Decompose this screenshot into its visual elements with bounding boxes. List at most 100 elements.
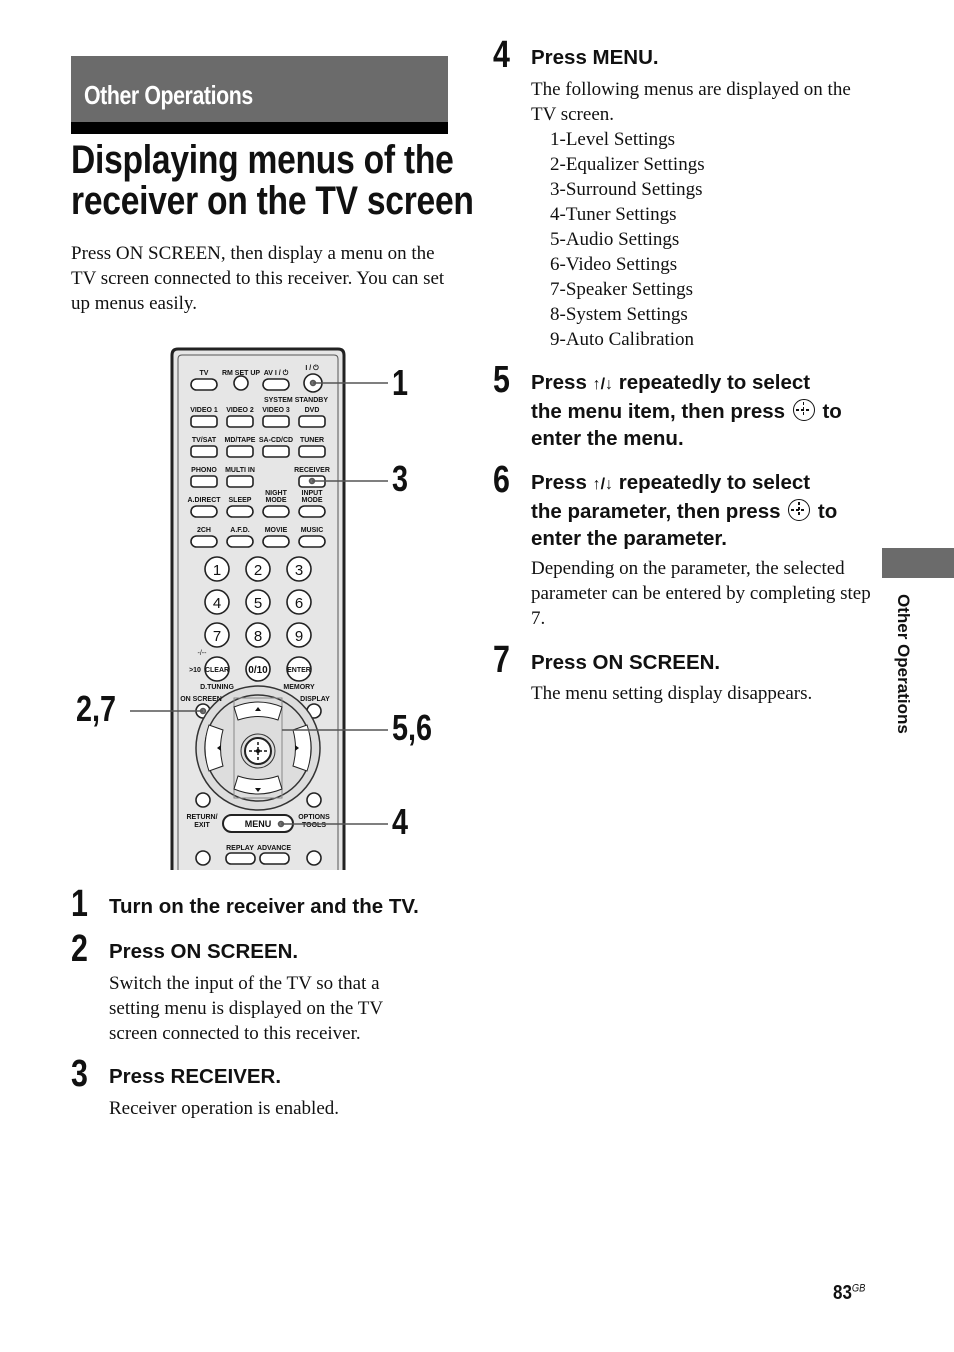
- tv-button: [190, 378, 218, 391]
- num-2-label: 2: [254, 562, 262, 579]
- intro-paragraph: Press ON SCREEN, then display a menu on …: [71, 243, 445, 314]
- 2ch-label: 2CH: [197, 527, 211, 534]
- callout-4: 4: [392, 801, 409, 842]
- video2-button: [226, 415, 254, 428]
- heading-text: Press: [531, 471, 587, 494]
- night-mode-label: MODE: [266, 497, 287, 504]
- side-section-label: Other Operations: [893, 594, 917, 794]
- tools-label: TOOLS: [302, 822, 326, 829]
- num-0-10-label: 0/10: [248, 665, 268, 676]
- video1-label: VIDEO 1: [190, 407, 218, 414]
- menu-list-item: 1-Level Settings: [550, 129, 676, 150]
- section-label: Other Operations: [84, 80, 253, 110]
- enter-icon: [788, 499, 811, 521]
- tvsat-label: TV/SAT: [192, 437, 217, 444]
- afd-label: A.F.D.: [230, 527, 250, 534]
- step-heading: Press ON SCREEN.: [531, 651, 721, 674]
- menu-list-item: 4-Tuner Settings: [550, 204, 677, 225]
- menu-list-item: 9-Auto Calibration: [550, 329, 695, 350]
- mdtape-label: MD/TAPE: [225, 437, 256, 444]
- on-screen-label: ON SCREEN: [180, 696, 222, 703]
- input-mode-label: MODE: [302, 497, 323, 504]
- step-number: 1: [71, 883, 88, 925]
- step-number: 3: [71, 1053, 88, 1095]
- step-number: 6: [493, 459, 510, 501]
- rm-setup-label: RM SET UP: [222, 370, 260, 377]
- page-number-value: 83: [833, 1282, 852, 1304]
- video1-button: [190, 415, 218, 428]
- step-number: 7: [493, 639, 510, 681]
- dvd-label: DVD: [305, 407, 320, 414]
- input-label: INPUT: [302, 490, 324, 497]
- clear-label: CLEAR: [205, 667, 229, 674]
- menu-list: 1-Level Settings 2-Equalizer Settings 3-…: [531, 127, 876, 352]
- step-body: Depending on the parameter, the selected…: [531, 558, 871, 629]
- num-7-label: 7: [213, 628, 221, 645]
- heading-text: enter the parameter.: [531, 527, 727, 550]
- return-button: [195, 792, 211, 808]
- prev-button: [195, 850, 211, 866]
- gt10-label: >10: [189, 667, 201, 674]
- sleep-button: [226, 505, 254, 518]
- advance-label: ADVANCE: [257, 845, 291, 852]
- heading-text: the menu item, then press: [531, 400, 786, 423]
- replay-label: REPLAY: [226, 845, 254, 852]
- options-label: OPTIONS: [298, 814, 330, 821]
- num-9-label: 9: [295, 628, 303, 645]
- system-standby-label: SYSTEM STANDBY: [264, 397, 328, 404]
- step-body-text: The following menus are displayed on the…: [531, 79, 851, 125]
- menu-list-item: 7-Speaker Settings: [550, 279, 694, 300]
- tuner-button: [298, 445, 326, 458]
- side-tab-marker: [882, 548, 954, 578]
- dashes-label: -/--: [198, 650, 208, 657]
- heading-text: to: [822, 400, 842, 423]
- up-down-arrows-icon: ↑/↓: [592, 376, 614, 393]
- 2ch-button: [190, 535, 218, 548]
- menu-label: MENU: [245, 819, 272, 829]
- tvsat-button: [190, 445, 218, 458]
- heading-text: the parameter, then press: [531, 500, 781, 523]
- menu-list-item: 8-System Settings: [550, 304, 688, 325]
- multiin-button: [226, 475, 254, 488]
- num-3-label: 3: [295, 562, 303, 579]
- adirect-button: [190, 505, 218, 518]
- page-title: Displaying menus of the receiver on the …: [71, 138, 474, 222]
- step-heading: Turn on the receiver and the TV.: [109, 895, 419, 918]
- step-number: 2: [71, 928, 88, 970]
- display-label: DISPLAY: [300, 696, 330, 703]
- step-body: Switch the input of the TV so that a set…: [109, 973, 383, 1044]
- night-label: NIGHT: [265, 490, 288, 497]
- afd-button: [226, 535, 254, 548]
- page-number: 83GB: [833, 1282, 865, 1305]
- memory-label: MEMORY: [283, 684, 315, 691]
- step-heading: Press ↑/↓ repeatedly to select the param…: [531, 469, 837, 552]
- enter-label: ENTER: [287, 667, 311, 674]
- section-divider: [71, 122, 448, 134]
- night-mode-button: [262, 505, 290, 518]
- enter-icon: [792, 399, 815, 421]
- callout-2-7: 2,7: [76, 688, 117, 729]
- phono-button: [190, 475, 218, 488]
- num-8-label: 8: [254, 628, 262, 645]
- music-button: [298, 535, 326, 548]
- page-title-line1: Displaying menus of the: [71, 138, 454, 182]
- step-heading: Press ↑/↓ repeatedly to select the menu …: [531, 369, 842, 452]
- sleep-label: SLEEP: [229, 497, 252, 504]
- dvd-button: [298, 415, 326, 428]
- callout-3: 3: [392, 458, 409, 499]
- return-label: RETURN/: [186, 814, 217, 821]
- options-button: [306, 792, 322, 808]
- page-number-suffix: GB: [851, 1282, 866, 1295]
- input-mode-button: [298, 505, 326, 518]
- music-label: MUSIC: [301, 527, 324, 534]
- rm-setup-button: [233, 375, 249, 391]
- av-power-button: [262, 378, 290, 391]
- step-heading: Press ON SCREEN.: [109, 940, 299, 963]
- step-heading: Press RECEIVER.: [109, 1065, 282, 1088]
- power-label: I / ⏻: [305, 364, 319, 372]
- menu-list-item: 3-Surround Settings: [550, 179, 703, 200]
- section-header-band: Other Operations: [71, 56, 448, 122]
- heading-text: repeatedly to select: [618, 471, 811, 494]
- tv-label: TV: [200, 370, 209, 377]
- advance-button: [259, 852, 290, 865]
